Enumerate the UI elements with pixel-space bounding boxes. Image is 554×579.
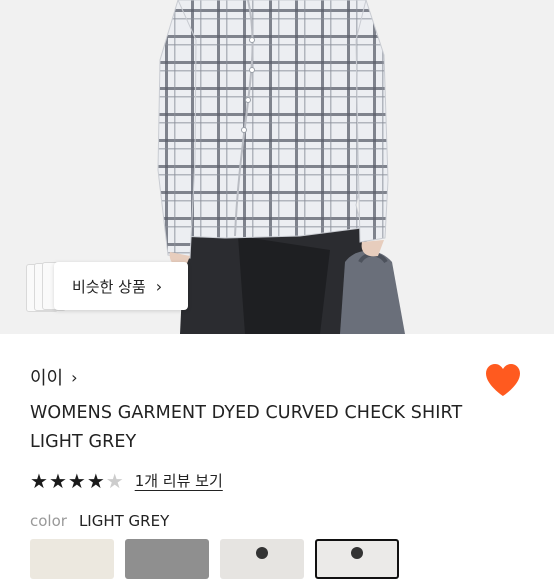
similar-products-button[interactable]: 비슷한 상품 ›	[54, 262, 188, 310]
chevron-right-icon: ›	[71, 367, 78, 387]
color-swatch-1[interactable]	[30, 539, 114, 579]
color-swatch-4[interactable]	[315, 539, 399, 579]
color-swatches	[30, 539, 410, 579]
swatch-figure	[351, 547, 363, 559]
color-row: color LIGHT GREY	[30, 512, 169, 530]
similar-products-label: 비슷한 상품	[72, 277, 146, 296]
color-swatch-2[interactable]	[125, 539, 209, 579]
product-title: WOMENS GARMENT DYED CURVED CHECK SHIRT L…	[30, 403, 463, 452]
star-filled-icon: ★	[86, 468, 105, 493]
star-empty-icon: ★	[105, 468, 124, 493]
swatch-figure	[256, 547, 268, 559]
review-link[interactable]: 1개 리뷰 보기	[135, 470, 223, 491]
star-filled-icon: ★	[30, 468, 48, 493]
brand-link[interactable]: 이이 ›	[30, 364, 78, 390]
chevron-right-icon: ›	[155, 276, 163, 296]
star-filled-icon: ★	[48, 468, 67, 493]
star-filled-icon: ★	[67, 468, 86, 493]
color-label: color	[30, 512, 67, 530]
heart-icon[interactable]	[484, 362, 522, 398]
color-swatch-3[interactable]	[220, 539, 304, 579]
brand-name: 이이	[30, 368, 64, 389]
color-value: LIGHT GREY	[78, 512, 170, 530]
rating-row: ★ ★ ★ ★ ★ 1개 리뷰 보기	[30, 470, 223, 491]
